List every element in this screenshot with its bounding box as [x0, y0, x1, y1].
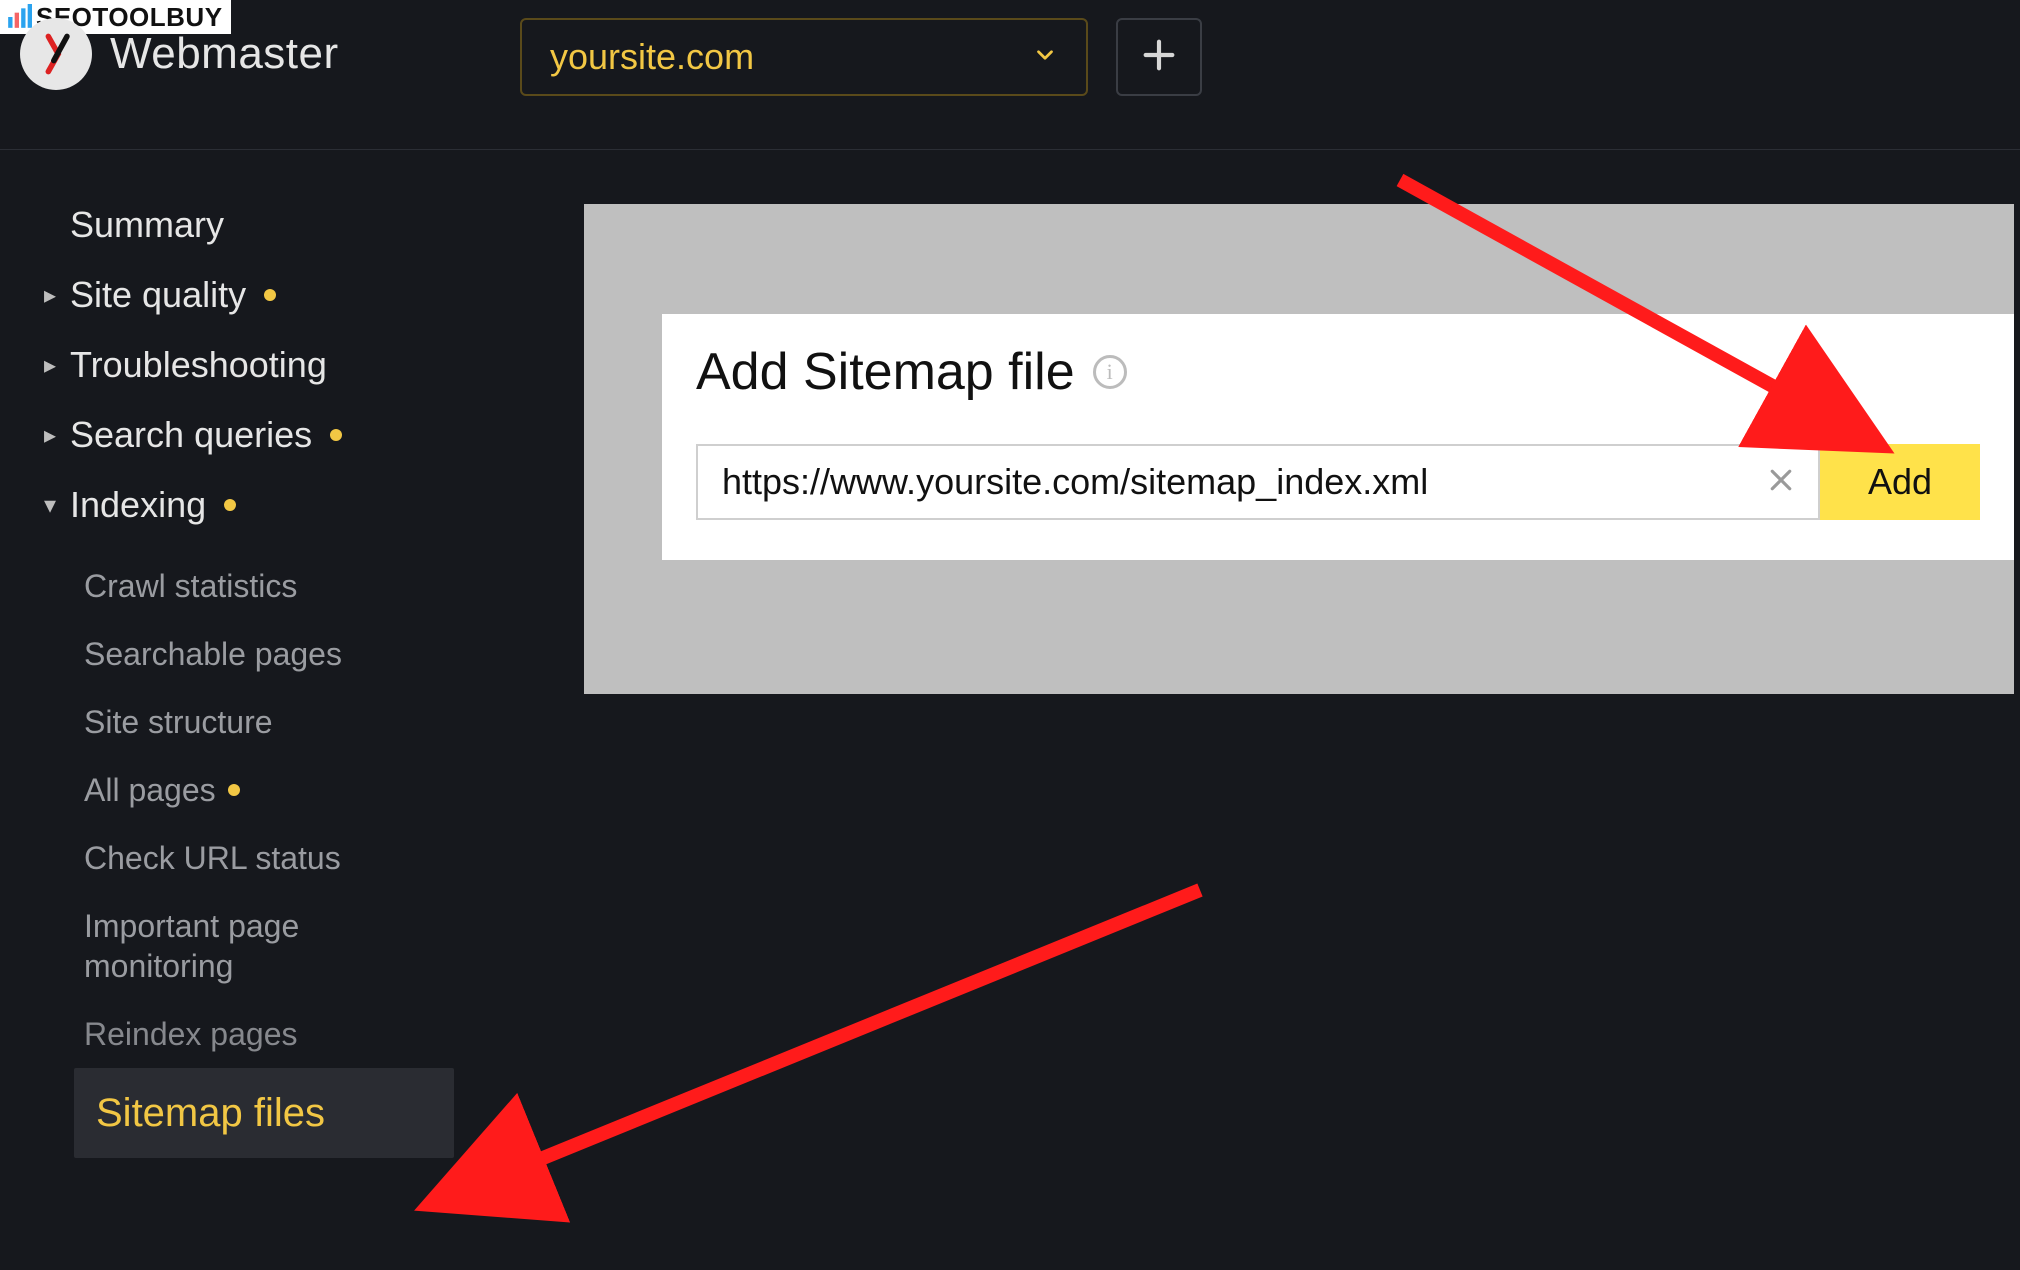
caret-right-icon: ▸: [40, 281, 60, 310]
sidebar-item-troubleshooting[interactable]: ▸ Troubleshooting: [40, 330, 510, 400]
sidebar-item-search-queries[interactable]: ▸ Search queries: [40, 400, 510, 470]
app-header: Webmaster yoursite.com: [0, 0, 2020, 150]
sidebar-item-site-quality[interactable]: ▸ Site quality: [40, 260, 510, 330]
sidebar-item-label: Troubleshooting: [70, 344, 327, 386]
sidebar-subitem-site-structure[interactable]: Site structure: [74, 688, 454, 756]
status-dot-icon: [228, 784, 240, 796]
sidebar-subitem-label: Searchable pages: [84, 634, 342, 674]
sitemap-input-row: Add: [696, 444, 1980, 520]
brand-logo-icon: [20, 18, 92, 90]
sidebar-subitem-label: Crawl statistics: [84, 566, 297, 606]
sidebar-subitem-label: Reindex pages: [84, 1014, 297, 1054]
annotation-arrow-sitemap-files: [400, 870, 1230, 1240]
site-selector[interactable]: yoursite.com: [520, 18, 1088, 96]
caret-down-icon: ▾: [40, 491, 60, 520]
add-sitemap-card: Add Sitemap file i Add: [662, 314, 2014, 560]
sitemap-url-input-wrap: [696, 444, 1820, 520]
brand-name: Webmaster: [110, 29, 339, 79]
sidebar-item-label: Search queries: [70, 414, 312, 456]
sidebar-subitem-check-url-status[interactable]: Check URL status: [74, 824, 454, 892]
sidebar-subitem-important-page-monitoring[interactable]: Important page monitoring: [74, 892, 454, 1000]
panel-title: Add Sitemap file: [696, 342, 1075, 402]
sidebar-item-label: Summary: [70, 204, 224, 246]
info-icon[interactable]: i: [1093, 355, 1127, 389]
sidebar-subitem-label: Sitemap files: [96, 1088, 325, 1138]
add-button-label: Add: [1868, 461, 1932, 503]
sidebar-subitem-label: Site structure: [84, 702, 273, 742]
status-dot-icon: [330, 429, 342, 441]
sidebar-subitem-label: All pages: [84, 770, 216, 810]
sidebar-subitem-label: Check URL status: [84, 838, 341, 878]
brand: Webmaster: [20, 18, 339, 90]
caret-right-icon: ▸: [40, 421, 60, 450]
sidebar-nav: ▸ Summary ▸ Site quality ▸ Troubleshooti…: [40, 190, 510, 1158]
sidebar-item-summary[interactable]: ▸ Summary: [40, 190, 510, 260]
sidebar-subitem-crawl-statistics[interactable]: Crawl statistics: [74, 552, 454, 620]
add-button[interactable]: Add: [1820, 444, 1980, 520]
sitemap-url-input[interactable]: [722, 461, 1760, 503]
chevron-down-icon: [1032, 42, 1058, 73]
status-dot-icon: [264, 289, 276, 301]
plus-icon: [1139, 35, 1179, 80]
sidebar-subitem-reindex-pages[interactable]: Reindex pages: [74, 1000, 454, 1068]
sidebar-item-indexing[interactable]: ▾ Indexing: [40, 470, 510, 540]
site-selector-label: yoursite.com: [550, 36, 1032, 78]
clear-input-icon[interactable]: [1760, 459, 1802, 506]
sidebar-item-label: Site quality: [70, 274, 246, 316]
main-panel-frame: Add Sitemap file i Add: [584, 204, 2014, 694]
status-dot-icon: [224, 499, 236, 511]
sidebar-subitem-sitemap-files[interactable]: Sitemap files: [74, 1068, 454, 1158]
caret-right-icon: ▸: [40, 351, 60, 380]
sidebar-subitem-all-pages[interactable]: All pages: [74, 756, 454, 824]
add-site-button[interactable]: [1116, 18, 1202, 96]
panel-title-row: Add Sitemap file i: [696, 342, 1980, 402]
sidebar-subitem-searchable-pages[interactable]: Searchable pages: [74, 620, 454, 688]
sidebar-subitem-label: Important page monitoring: [84, 906, 454, 986]
sidebar-item-label: Indexing: [70, 484, 206, 526]
sidebar-sublist-indexing: Crawl statistics Searchable pages Site s…: [74, 552, 510, 1158]
